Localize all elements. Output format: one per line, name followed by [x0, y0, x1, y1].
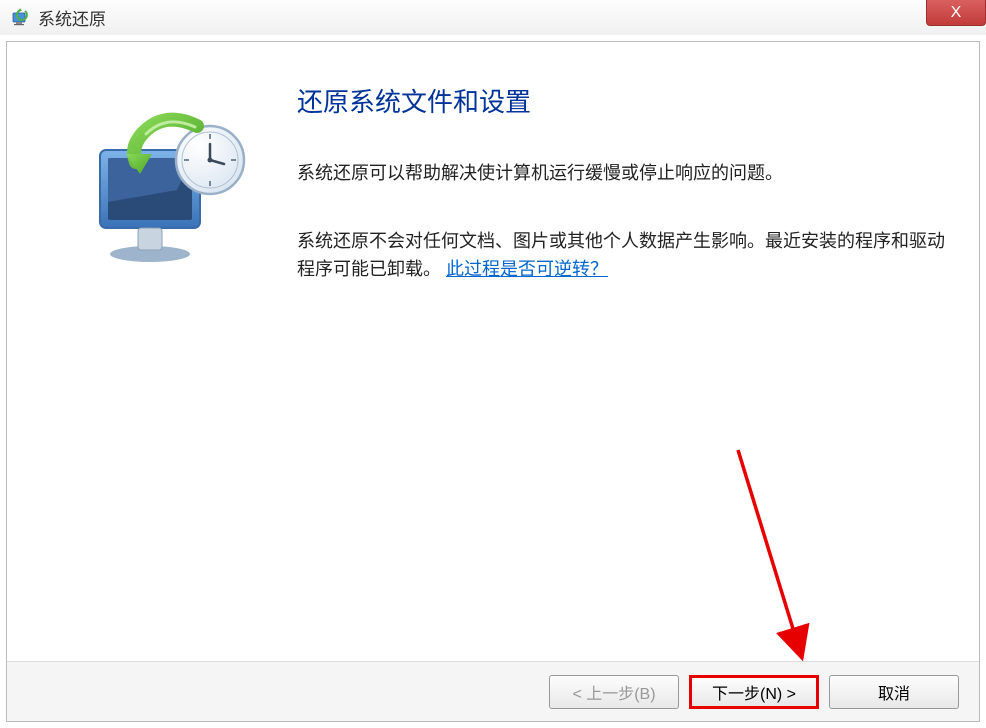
- description-paragraph-2: 系统还原不会对任何文档、图片或其他个人数据产生影响。最近安装的程序和驱动程序可能…: [297, 228, 949, 284]
- system-restore-window: 系统还原 X: [0, 0, 986, 728]
- next-button[interactable]: 下一步(N) >: [689, 675, 819, 709]
- sidebar-illustration-area: [37, 67, 297, 641]
- monitor-clock-restore-icon: [82, 102, 252, 272]
- back-button: < 上一步(B): [549, 675, 679, 709]
- close-button[interactable]: X: [926, 0, 986, 26]
- system-restore-icon: [10, 8, 30, 28]
- content-body: 还原系统文件和设置 系统还原可以帮助解决使计算机运行缓慢或停止响应的问题。 系统…: [7, 42, 979, 661]
- window-title: 系统还原: [38, 5, 106, 30]
- description-paragraph-1: 系统还原可以帮助解决使计算机运行缓慢或停止响应的问题。: [297, 159, 949, 188]
- main-content: 还原系统文件和设置 系统还原可以帮助解决使计算机运行缓慢或停止响应的问题。 系统…: [297, 67, 949, 641]
- titlebar: 系统还原 X: [0, 0, 986, 35]
- button-bar: < 上一步(B) 下一步(N) > 取消: [7, 661, 979, 721]
- content-frame: 还原系统文件和设置 系统还原可以帮助解决使计算机运行缓慢或停止响应的问题。 系统…: [6, 41, 980, 722]
- page-heading: 还原系统文件和设置: [297, 82, 949, 119]
- reversible-link[interactable]: 此过程是否可逆转？: [446, 259, 608, 279]
- paragraph-2-text: 系统还原不会对任何文档、图片或其他个人数据产生影响。最近安装的程序和驱动程序可能…: [297, 231, 945, 279]
- cancel-button[interactable]: 取消: [829, 675, 959, 709]
- close-icon: X: [951, 4, 962, 22]
